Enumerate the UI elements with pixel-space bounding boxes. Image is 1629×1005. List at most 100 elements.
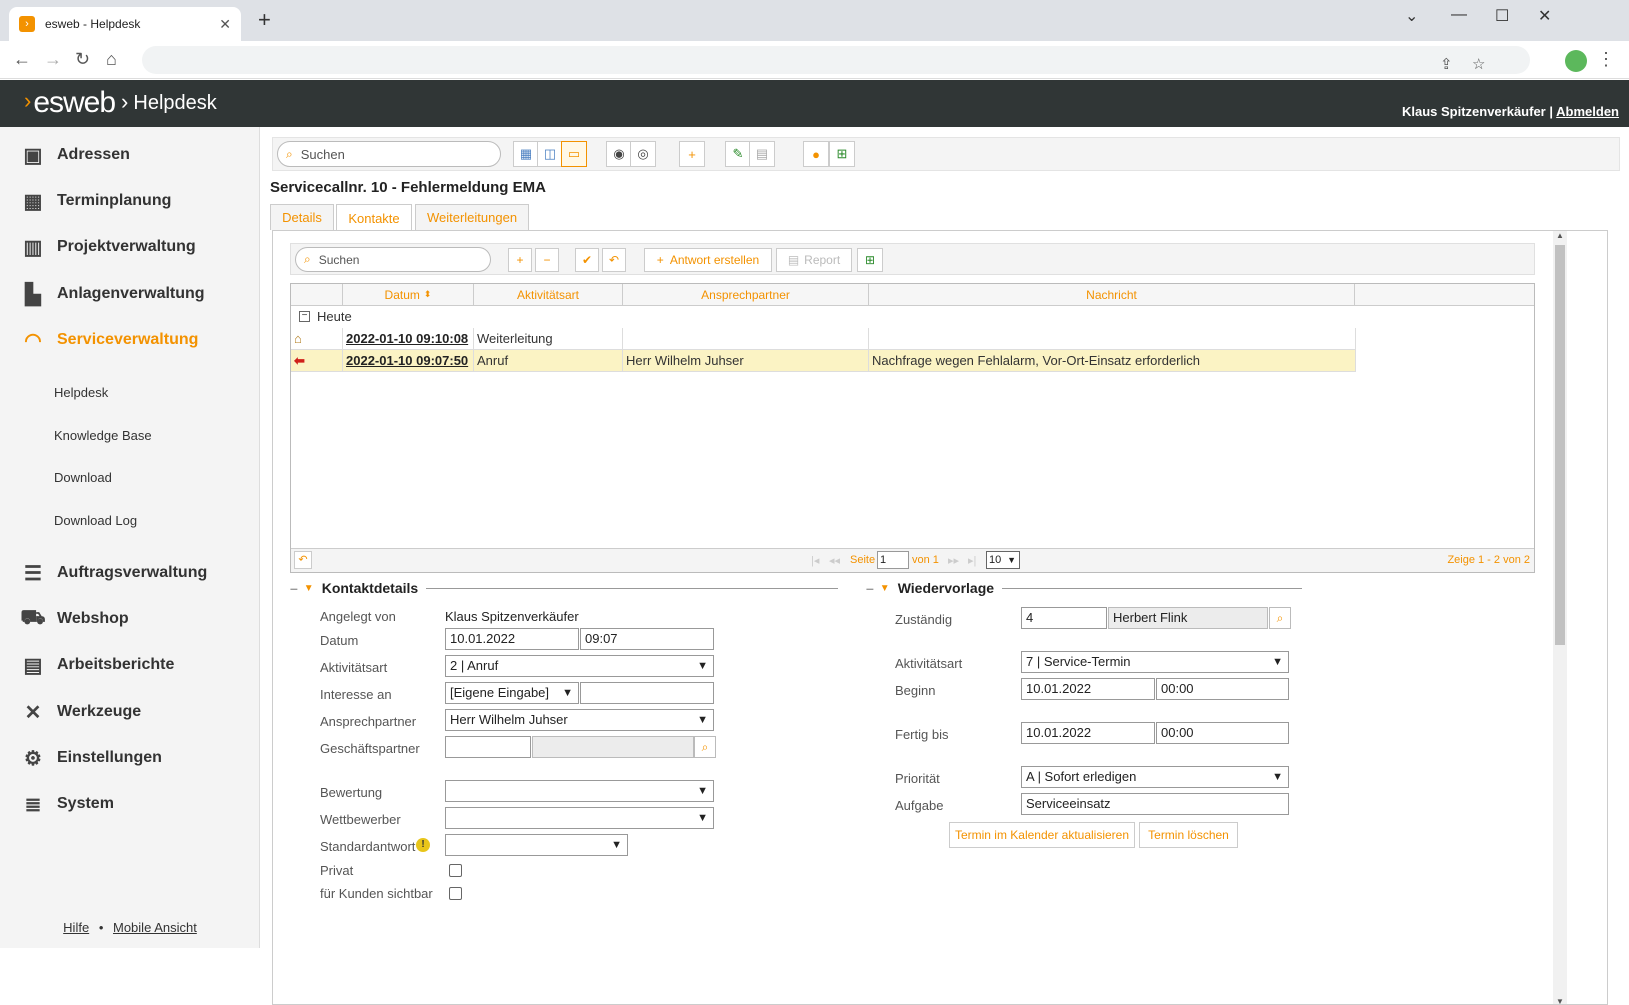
sidebar-item-serviceverwaltung[interactable]: ◠ Serviceverwaltung xyxy=(21,328,198,352)
reload-icon[interactable]: ↻ xyxy=(75,49,90,69)
sidebar-subitem-download-log[interactable]: Download Log xyxy=(54,513,137,528)
next-page-icon[interactable]: ▸▸ xyxy=(948,554,959,567)
sidebar-item-webshop[interactable]: ⛟ Webshop xyxy=(20,607,128,631)
profile-avatar[interactable] xyxy=(1565,50,1587,72)
prev-page-icon[interactable]: ◂◂ xyxy=(829,554,840,567)
esweb-logo[interactable]: › esweb › Helpdesk xyxy=(24,86,217,120)
update-calendar-button[interactable]: Termin im Kalender aktualisieren xyxy=(949,822,1135,848)
add-icon[interactable]: + xyxy=(679,141,705,167)
bewertung-select[interactable]: ▼ xyxy=(445,780,714,802)
remove-contact-icon[interactable]: − xyxy=(535,248,559,272)
contacts-search-input[interactable]: ⌕ Suchen xyxy=(295,247,491,272)
report-icon[interactable]: ▤ xyxy=(749,141,775,167)
browser-menu-icon[interactable]: ⋮ xyxy=(1597,49,1615,69)
undo-icon[interactable]: ↶ xyxy=(602,248,626,272)
address-bar[interactable]: ⇪ ☆ xyxy=(142,46,1530,74)
beginn-time-input[interactable]: 00:00 xyxy=(1156,678,1289,700)
maximize-icon[interactable]: ☐ xyxy=(1495,6,1509,26)
back-icon[interactable]: ← xyxy=(13,49,31,69)
group-row[interactable]: − Heute xyxy=(291,306,1356,328)
mobile-view-link[interactable]: Mobile Ansicht xyxy=(113,920,197,935)
folder-view-icon[interactable]: ▭ xyxy=(561,141,587,167)
scroll-up-icon[interactable]: ▲ xyxy=(1556,231,1564,240)
datum-date-input[interactable]: 10.01.2022 xyxy=(445,628,579,650)
sidebar-item-terminplanung[interactable]: ▦ Terminplanung xyxy=(21,189,172,213)
interesse-select[interactable]: [Eigene Eingabe] ▼ xyxy=(445,682,579,704)
delete-appointment-button[interactable]: Termin löschen xyxy=(1139,822,1238,848)
aufgabe-input[interactable]: Serviceeinsatz xyxy=(1021,793,1289,815)
logout-link[interactable]: Abmelden xyxy=(1556,104,1619,119)
sidebar-item-system[interactable]: ≣ System xyxy=(21,792,114,816)
sidebar-subitem-knowledge-base[interactable]: Knowledge Base xyxy=(54,428,152,443)
page-input[interactable]: 1 xyxy=(877,551,909,569)
sidebar-item-projektverwaltung[interactable]: ▥ Projektverwaltung xyxy=(21,235,196,259)
table-row[interactable]: ⌂ 2022-01-10 09:10:08 Weiterleitung xyxy=(291,328,1356,350)
report-button[interactable]: ▤ Report xyxy=(776,248,852,272)
sidebar-item-anlagenverwaltung[interactable]: ▙ Anlagenverwaltung xyxy=(21,282,204,306)
lookup-search-icon[interactable]: ⌕ xyxy=(694,736,716,758)
geschaeftspartner-id-input[interactable] xyxy=(445,736,531,758)
row-datum[interactable]: 2022-01-10 09:07:50 xyxy=(343,350,474,372)
new-tab-button[interactable]: + xyxy=(258,9,271,31)
split-view-icon[interactable]: ◫ xyxy=(537,141,563,167)
grid-header-nachricht[interactable]: Nachricht xyxy=(869,284,1355,306)
main-search-input[interactable]: ⌕ Suchen xyxy=(277,141,501,167)
row-datum[interactable]: 2022-01-10 09:10:08 xyxy=(343,328,474,350)
wiedervorlage-header[interactable]: – ▼ Wiedervorlage xyxy=(866,580,1302,596)
sidebar-item-adressen[interactable]: ▣ Adressen xyxy=(21,143,130,167)
datum-time-input[interactable]: 09:07 xyxy=(580,628,714,650)
sidebar-subitem-download[interactable]: Download xyxy=(54,470,112,485)
sidebar-item-einstellungen[interactable]: ⚙ Einstellungen xyxy=(21,746,162,770)
wettbewerber-select[interactable]: ▼ xyxy=(445,807,714,829)
checkmark-icon[interactable]: ✔ xyxy=(575,248,599,272)
create-answer-button[interactable]: + Antwort erstellen xyxy=(644,248,772,272)
edit-columns-icon[interactable]: ✎ xyxy=(725,141,751,167)
tab-details[interactable]: Details xyxy=(270,204,334,230)
forward-icon[interactable]: → xyxy=(44,49,62,69)
minimize-icon[interactable]: — xyxy=(1451,6,1467,24)
excel-export-icon[interactable]: ⊞ xyxy=(857,248,883,272)
bookmark-star-icon[interactable]: ☆ xyxy=(1472,55,1485,73)
tab-weiterleitungen[interactable]: Weiterleitungen xyxy=(415,204,529,230)
grid-header-ansprechpartner[interactable]: Ansprechpartner xyxy=(623,284,869,306)
fertig-date-input[interactable]: 10.01.2022 xyxy=(1021,722,1155,744)
home-icon[interactable]: ⌂ xyxy=(106,49,117,69)
table-row[interactable]: ⬅ 2022-01-10 09:07:50 Anruf Herr Wilhelm… xyxy=(291,350,1356,372)
kunden-sichtbar-checkbox[interactable] xyxy=(449,887,462,900)
grid-header-datum[interactable]: Datum ⬍ xyxy=(343,284,474,306)
excel-export-icon[interactable]: ⊞ xyxy=(829,141,855,167)
binoculars-icon[interactable]: ◉ xyxy=(606,141,632,167)
last-page-icon[interactable]: ▸| xyxy=(968,554,976,567)
binoculars-clear-icon[interactable]: ◎ xyxy=(630,141,656,167)
prioritaet-select[interactable]: A | Sofort erledigen ▼ xyxy=(1021,766,1289,788)
standardantwort-select[interactable]: ▼ xyxy=(445,834,628,856)
ansprechpartner-select[interactable]: Herr Wilhelm Juhser ▼ xyxy=(445,709,714,731)
check-circle-icon[interactable]: ● xyxy=(803,141,829,167)
privat-checkbox[interactable] xyxy=(449,864,462,877)
sidebar-item-werkzeuge[interactable]: ✕ Werkzeuge xyxy=(21,700,142,724)
vertical-scrollbar[interactable]: ▲ ▼ xyxy=(1553,231,1567,1004)
zustaendig-id-input[interactable]: 4 xyxy=(1021,607,1107,629)
page-size-select[interactable]: 10 ▼ xyxy=(986,551,1020,569)
sidebar-item-arbeitsberichte[interactable]: ▤ Arbeitsberichte xyxy=(21,653,175,677)
grid-header-aktivitaetsart[interactable]: Aktivitätsart xyxy=(474,284,623,306)
share-icon[interactable]: ⇪ xyxy=(1440,55,1453,73)
window-close-icon[interactable]: ✕ xyxy=(1538,6,1551,26)
first-page-icon[interactable]: |◂ xyxy=(811,554,819,567)
lookup-search-icon[interactable]: ⌕ xyxy=(1269,607,1291,629)
help-link[interactable]: Hilfe xyxy=(63,920,89,935)
scrollbar-thumb[interactable] xyxy=(1555,245,1565,645)
list-view-icon[interactable]: ▦ xyxy=(513,141,539,167)
tab-search-chevron-icon[interactable]: ⌄ xyxy=(1405,6,1418,26)
scroll-down-icon[interactable]: ▼ xyxy=(1556,997,1564,1004)
aktivitaetsart-select[interactable]: 2 | Anruf ▼ xyxy=(445,655,714,677)
close-tab-icon[interactable]: ✕ xyxy=(219,16,231,33)
sidebar-item-auftragsverwaltung[interactable]: ☰ Auftragsverwaltung xyxy=(21,561,207,585)
add-contact-icon[interactable]: + xyxy=(508,248,532,272)
collapse-icon[interactable]: − xyxy=(299,311,310,322)
beginn-date-input[interactable]: 10.01.2022 xyxy=(1021,678,1155,700)
tab-kontakte[interactable]: Kontakte xyxy=(336,204,412,232)
wv-aktivitaetsart-select[interactable]: 7 | Service-Termin ▼ xyxy=(1021,651,1289,673)
kontaktdetails-header[interactable]: – ▼ Kontaktdetails xyxy=(290,580,838,596)
refresh-icon[interactable]: ↶ xyxy=(294,551,312,569)
